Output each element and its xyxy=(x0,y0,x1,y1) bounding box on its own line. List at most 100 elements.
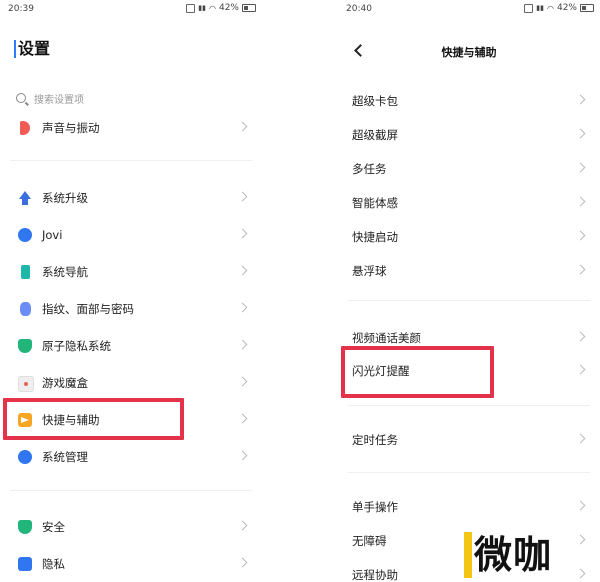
item-label: 超级卡包 xyxy=(352,94,398,108)
item-label: 系统管理 xyxy=(42,450,88,464)
item-scheduled-tasks[interactable]: 定时任务 xyxy=(338,425,600,455)
chevron-right-icon xyxy=(237,339,248,350)
item-label: 系统升级 xyxy=(42,191,88,205)
settings-item-system-management[interactable]: 系统管理 xyxy=(0,442,262,472)
upgrade-arrow-icon xyxy=(18,191,32,205)
item-super-screenshot[interactable]: 超级截屏 xyxy=(338,120,600,150)
item-label: 单手操作 xyxy=(352,500,398,514)
settings-item-system-navigation[interactable]: 系统导航 xyxy=(0,257,262,287)
chevron-right-icon xyxy=(237,302,248,313)
notification-icon xyxy=(524,3,534,13)
status-bar: 20:40 ▮▮ ◠ 42% xyxy=(338,0,600,20)
chevron-right-icon xyxy=(575,196,586,207)
watermark-logo: 微咖 xyxy=(463,532,552,578)
battery-percent: 42% xyxy=(218,3,239,13)
chevron-right-icon xyxy=(237,450,248,461)
watermark-block xyxy=(463,532,472,578)
item-label: 闪光灯提醒 xyxy=(352,364,410,378)
settings-item-game-box[interactable]: 游戏魔盒 xyxy=(0,368,262,398)
item-label: 远程协助 xyxy=(352,568,398,582)
item-label: 声音与振动 xyxy=(42,121,100,135)
chevron-right-icon xyxy=(237,228,248,239)
divider xyxy=(348,472,590,473)
status-bar: 20:39 ▮▮ ◠ 42% xyxy=(0,0,262,20)
notification-icon xyxy=(186,3,196,13)
item-smart-motion[interactable]: 智能体感 xyxy=(338,188,600,218)
settings-item-system-upgrade[interactable]: 系统升级 xyxy=(0,183,262,213)
privacy-lock-icon xyxy=(18,557,32,571)
chevron-right-icon xyxy=(575,534,586,545)
item-label: 系统导航 xyxy=(42,265,88,279)
settings-screen: 20:39 ▮▮ ◠ 42% 设置 搜索设置项 声音与振动 系统升级 Jovi … xyxy=(0,0,262,582)
search-input[interactable]: 搜索设置项 xyxy=(14,90,250,106)
watermark-text: 微咖 xyxy=(473,533,552,577)
item-label: 隐私 xyxy=(42,557,65,571)
chevron-right-icon xyxy=(575,433,586,444)
signal-icon: ▮▮ xyxy=(198,4,206,12)
game-box-icon xyxy=(18,376,34,392)
chevron-right-icon xyxy=(575,128,586,139)
item-label: 超级截屏 xyxy=(352,128,398,142)
chevron-right-icon xyxy=(575,162,586,173)
page-title: 快捷与辅助 xyxy=(441,46,497,59)
navigation-phone-icon xyxy=(21,265,30,279)
speaker-icon xyxy=(20,121,30,135)
chevron-right-icon xyxy=(237,191,248,202)
item-quick-launch[interactable]: 快捷启动 xyxy=(338,222,600,252)
page-title: 设置 xyxy=(14,40,50,58)
wifi-icon: ◠ xyxy=(547,3,554,13)
shortcuts-accessibility-screen: 20:40 ▮▮ ◠ 42% 快捷与辅助 超级卡包 超级截屏 多任务 智能体感 … xyxy=(338,0,600,582)
item-label: 无障碍 xyxy=(352,534,387,548)
item-flash-reminder[interactable]: 闪光灯提醒 xyxy=(338,356,600,386)
chevron-right-icon xyxy=(575,94,586,105)
chevron-right-icon xyxy=(237,265,248,276)
settings-item-shortcuts-accessibility[interactable]: 快捷与辅助 xyxy=(0,405,262,435)
item-multitask[interactable]: 多任务 xyxy=(338,154,600,184)
item-floating-ball[interactable]: 悬浮球 xyxy=(338,256,600,286)
fingerprint-icon xyxy=(20,302,31,316)
battery-icon xyxy=(242,4,256,12)
item-label: 智能体感 xyxy=(352,196,398,210)
item-one-hand-mode[interactable]: 单手操作 xyxy=(338,492,600,522)
item-label: 定时任务 xyxy=(352,433,398,447)
item-label: 游戏魔盒 xyxy=(42,376,88,390)
item-label: 安全 xyxy=(42,520,65,534)
divider xyxy=(10,160,252,161)
battery-percent: 42% xyxy=(556,3,577,13)
divider xyxy=(10,490,252,491)
chevron-right-icon xyxy=(575,568,586,579)
item-label: 视频通话美颜 xyxy=(352,331,421,345)
item-label: 快捷启动 xyxy=(352,230,398,244)
search-placeholder: 搜索设置项 xyxy=(34,94,84,106)
chevron-right-icon xyxy=(575,264,586,275)
item-label: 指纹、面部与密码 xyxy=(42,302,134,316)
settings-item-jovi[interactable]: Jovi xyxy=(0,220,262,250)
settings-item-fingerprint[interactable]: 指纹、面部与密码 xyxy=(0,294,262,324)
chevron-right-icon xyxy=(575,364,586,375)
security-shield-icon xyxy=(18,520,32,534)
chevron-right-icon xyxy=(237,413,248,424)
settings-item-sound[interactable]: 声音与振动 xyxy=(0,113,262,143)
chevron-right-icon xyxy=(575,331,586,342)
wifi-icon: ◠ xyxy=(209,3,216,13)
item-video-call-beauty[interactable]: 视频通话美颜 xyxy=(338,323,600,353)
item-label: Jovi xyxy=(42,228,63,242)
item-label: 原子隐私系统 xyxy=(42,339,111,353)
signal-icon: ▮▮ xyxy=(536,4,544,12)
chevron-right-icon xyxy=(575,500,586,511)
settings-item-atomic-privacy[interactable]: 原子隐私系统 xyxy=(0,331,262,361)
status-time: 20:39 xyxy=(8,4,34,14)
status-time: 20:40 xyxy=(346,4,372,14)
settings-item-privacy[interactable]: 隐私 xyxy=(0,549,262,579)
chevron-right-icon xyxy=(237,520,248,531)
divider xyxy=(348,300,590,301)
settings-item-security[interactable]: 安全 xyxy=(0,512,262,542)
divider xyxy=(348,405,590,406)
privacy-shield-icon xyxy=(18,339,32,353)
item-super-card[interactable]: 超级卡包 xyxy=(338,86,600,116)
battery-icon xyxy=(580,4,594,12)
chevron-right-icon xyxy=(237,121,248,132)
item-label: 悬浮球 xyxy=(352,264,387,278)
chevron-right-icon xyxy=(237,376,248,387)
item-label: 多任务 xyxy=(352,162,387,176)
